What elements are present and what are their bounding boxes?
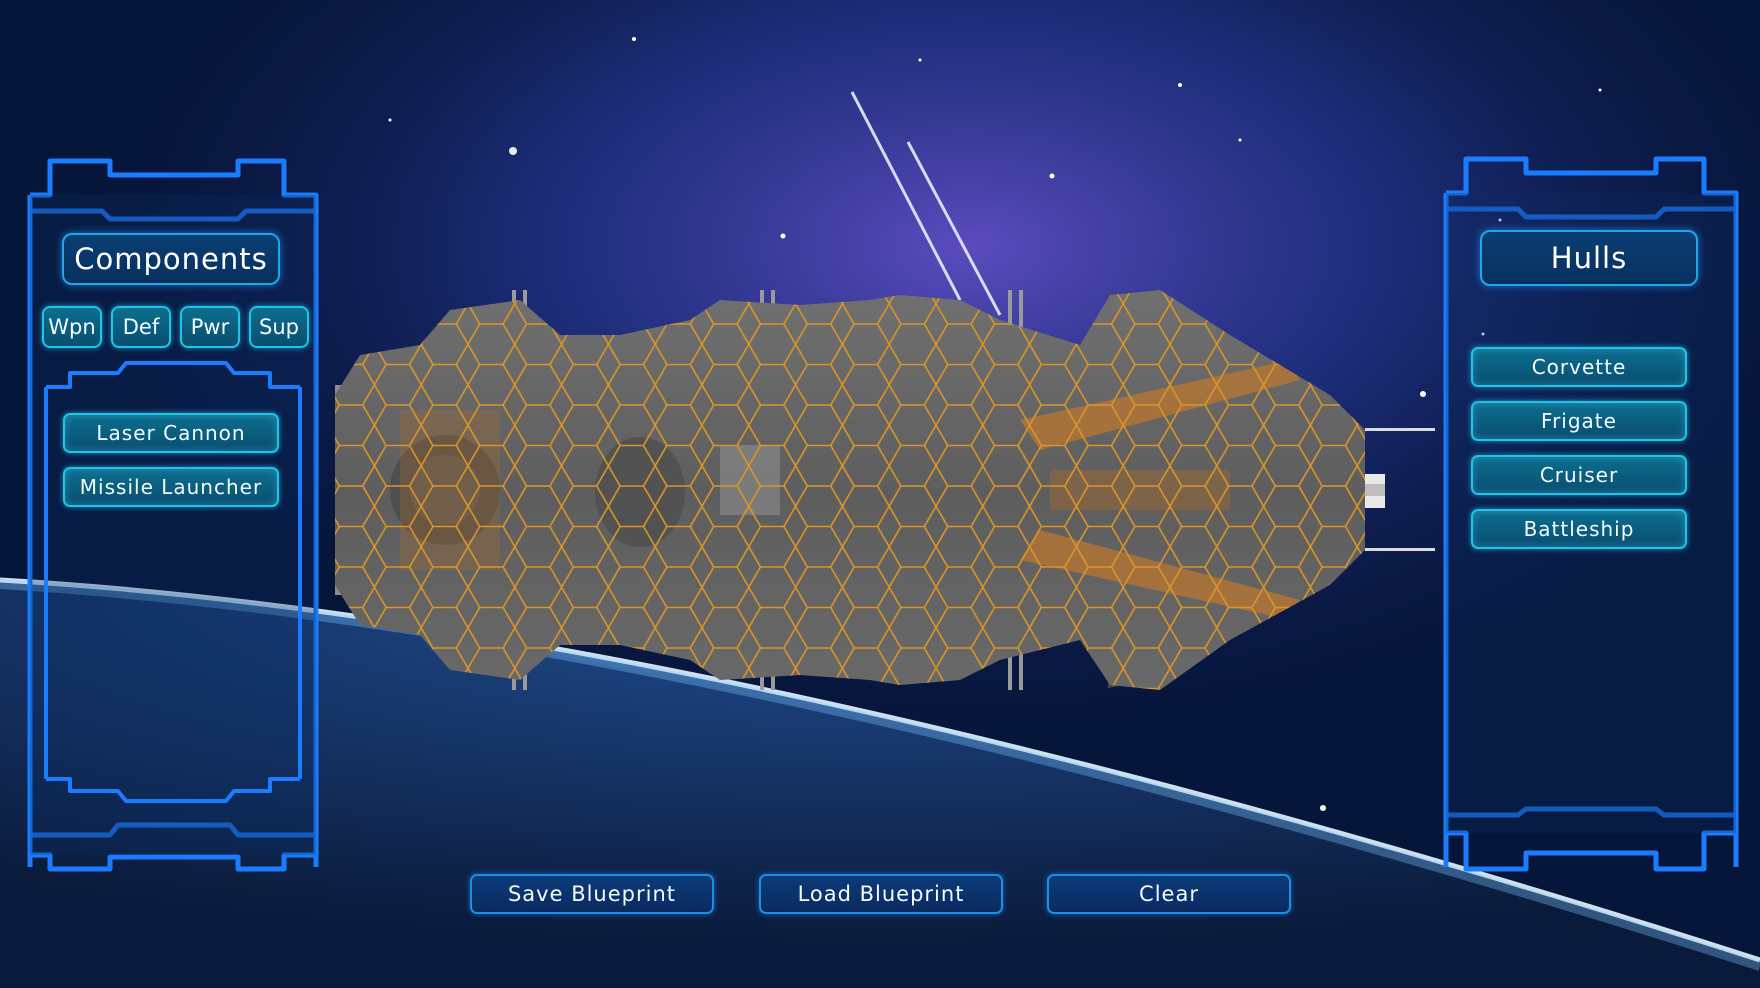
hull-corvette[interactable]: Corvette <box>1471 347 1687 387</box>
tab-support[interactable]: Sup <box>249 306 309 348</box>
tab-defense[interactable]: Def <box>111 306 171 348</box>
clear-button[interactable]: Clear <box>1047 874 1291 914</box>
component-missile-launcher[interactable]: Missile Launcher <box>63 467 279 507</box>
component-laser-cannon[interactable]: Laser Cannon <box>63 413 279 453</box>
load-blueprint-button[interactable]: Load Blueprint <box>759 874 1003 914</box>
hull-battleship[interactable]: Battleship <box>1471 509 1687 549</box>
save-blueprint-button[interactable]: Save Blueprint <box>470 874 714 914</box>
hull-cruiser[interactable]: Cruiser <box>1471 455 1687 495</box>
components-title: Components <box>62 233 280 285</box>
hull-frigate[interactable]: Frigate <box>1471 401 1687 441</box>
tab-power[interactable]: Pwr <box>180 306 240 348</box>
tab-weapons[interactable]: Wpn <box>42 306 102 348</box>
hulls-title: Hulls <box>1480 230 1698 286</box>
